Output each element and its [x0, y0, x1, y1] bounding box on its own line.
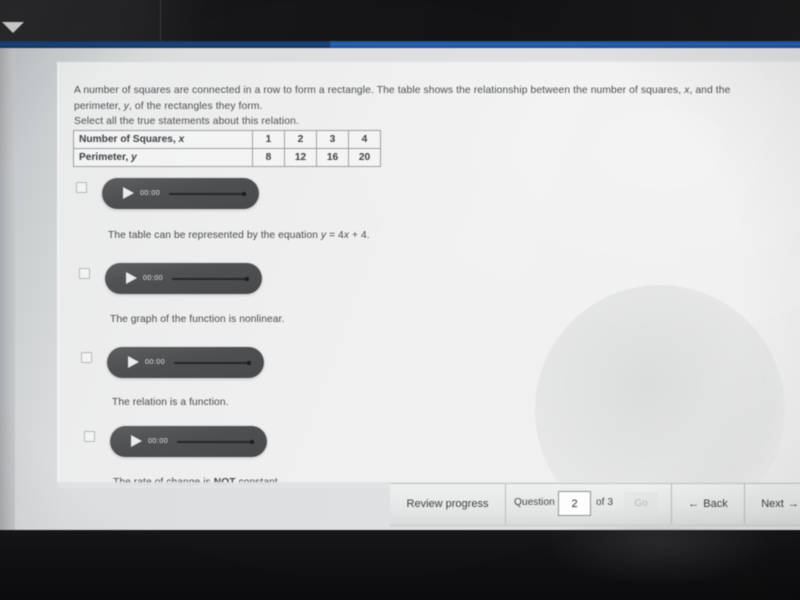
question-navigator: Question of 3 Go	[506, 484, 672, 524]
play-triangle-icon[interactable]	[126, 272, 137, 284]
option-label-2: The graph of the function is nonlinear.	[110, 314, 285, 325]
audio-player-1[interactable]: 00:00	[102, 178, 259, 209]
table-cell: 20	[348, 148, 381, 167]
option-checkbox-4[interactable]	[84, 431, 95, 442]
option-checkbox-1[interactable]	[76, 182, 87, 193]
audio-progress-track-2[interactable]	[172, 277, 248, 280]
back-button-label: Back	[703, 498, 728, 510]
audio-time-4: 00:00	[148, 436, 168, 445]
play-triangle-icon[interactable]	[123, 187, 134, 199]
audio-progress-track-4[interactable]	[177, 440, 253, 443]
table-cell: 3	[316, 130, 349, 149]
option-label-3: The relation is a function.	[112, 397, 229, 408]
arrow-right-icon: →	[787, 498, 799, 510]
review-progress-button[interactable]: Review progress	[390, 484, 506, 524]
relation-table: Number of Squares, x 1 2 3 4 Perimeter, …	[73, 130, 381, 167]
audio-player-4[interactable]: 00:00	[110, 426, 267, 457]
page-left-gutter	[0, 48, 15, 530]
table-cell: 8	[252, 148, 285, 167]
table-row: Perimeter, y 8 12 16 20	[73, 148, 381, 167]
option-label-1: The table can be represented by the equa…	[108, 230, 370, 241]
next-button[interactable]: Next →	[745, 484, 800, 524]
audio-player-2[interactable]: 00:00	[105, 263, 262, 294]
card-edge	[57, 62, 59, 482]
question-total-label: of 3	[596, 497, 613, 508]
device-bottom-bezel	[0, 530, 800, 600]
audio-progress-knob-1[interactable]	[242, 191, 246, 196]
play-triangle-icon[interactable]	[131, 435, 142, 447]
triangle-down-icon[interactable]	[2, 22, 24, 33]
quiz-toolbar: Review progress Question of 3 Go ← Back …	[390, 483, 800, 527]
question-word-label: Question	[514, 497, 555, 508]
audio-progress-track-3[interactable]	[174, 361, 250, 364]
device-top-bezel	[0, 0, 800, 43]
audio-player-3[interactable]: 00:00	[107, 347, 264, 378]
table-cell: 16	[316, 148, 349, 167]
table-cell: 4	[348, 130, 381, 149]
question-number-input[interactable]	[558, 491, 591, 516]
table-cell: 2	[284, 130, 317, 149]
strip-shadow	[0, 41, 330, 48]
option-checkbox-3[interactable]	[81, 352, 92, 363]
audio-time-3: 00:00	[145, 357, 165, 366]
bezel-seam	[160, 0, 161, 43]
audio-progress-track-1[interactable]	[169, 192, 245, 195]
arrow-left-icon: ←	[688, 498, 700, 510]
audio-progress-knob-4[interactable]	[250, 439, 254, 444]
table-cell: 1	[252, 130, 285, 149]
table-row-header-x: Number of Squares, x	[73, 130, 253, 149]
question-instruction: Select all the true statements about thi…	[74, 116, 299, 127]
audio-time-1: 00:00	[140, 188, 160, 197]
play-triangle-icon[interactable]	[128, 356, 139, 368]
table-row-header-y: Perimeter, y	[73, 148, 253, 167]
table-row: Number of Squares, x 1 2 3 4	[73, 130, 381, 149]
audio-progress-knob-2[interactable]	[245, 276, 249, 281]
go-button[interactable]: Go	[624, 492, 658, 515]
option-checkbox-2[interactable]	[79, 268, 90, 279]
next-button-label: Next	[761, 498, 784, 510]
photographed-screen: A number of squares are connected in a r…	[0, 0, 800, 600]
question-stem: A number of squares are connected in a r…	[74, 85, 731, 112]
audio-progress-knob-3[interactable]	[247, 360, 251, 365]
audio-time-2: 00:00	[143, 273, 163, 282]
table-cell: 12	[284, 148, 317, 167]
back-button[interactable]: ← Back	[672, 484, 745, 524]
